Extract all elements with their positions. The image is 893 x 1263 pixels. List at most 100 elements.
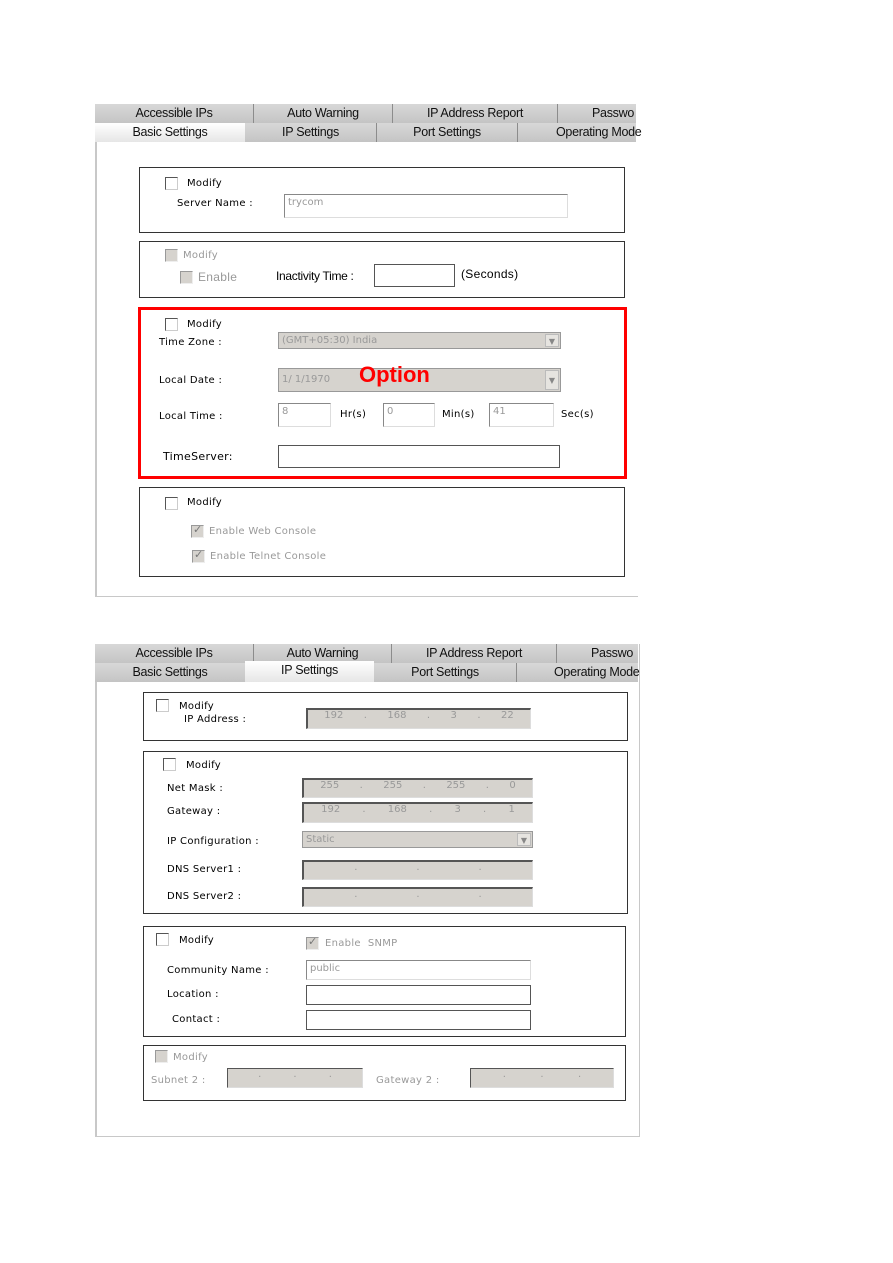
ip-address-field[interactable]: 192. 168. 3. 22 bbox=[306, 708, 531, 729]
seconds-unit: (Seconds) bbox=[461, 267, 519, 281]
ip-configuration-label: IP Configuration : bbox=[167, 836, 259, 847]
dns-server2-field[interactable]: ... bbox=[302, 887, 533, 907]
location-label: Location : bbox=[167, 989, 219, 1000]
octet: 192 bbox=[324, 710, 344, 721]
subnet2-field[interactable]: ... bbox=[227, 1068, 363, 1088]
tab-basic-settings[interactable]: Basic Settings bbox=[95, 123, 245, 142]
tab-ip-address-report[interactable]: IP Address Report bbox=[392, 644, 557, 663]
hour-input[interactable]: 8 bbox=[278, 403, 331, 427]
tab-port-settings[interactable]: Port Settings bbox=[374, 663, 517, 682]
modify-label: Modify bbox=[187, 497, 222, 508]
tab-auto-warning[interactable]: Auto Warning bbox=[254, 104, 393, 123]
octet: 1 bbox=[508, 804, 515, 815]
tab-password[interactable]: Passwo bbox=[558, 104, 648, 123]
community-name-input[interactable]: public bbox=[306, 960, 531, 980]
subnet2-label: Subnet 2 : bbox=[151, 1075, 206, 1086]
dns-server1-label: DNS Server1 : bbox=[167, 864, 242, 875]
modify-checkbox[interactable] bbox=[165, 497, 178, 510]
local-time-label: Local Time : bbox=[159, 411, 223, 422]
server-name-label: Server Name : bbox=[177, 198, 253, 209]
time-zone-select[interactable]: (GMT+05:30) India ▼ bbox=[278, 332, 561, 349]
octet: 168 bbox=[387, 804, 407, 815]
modify-label: Modify bbox=[186, 760, 221, 771]
enable-checkbox[interactable] bbox=[180, 271, 193, 284]
option-annotation: Option bbox=[359, 362, 430, 387]
modify-label: Modify bbox=[187, 319, 222, 330]
octet: 255 bbox=[320, 780, 340, 791]
tab-row-1: Accessible IPs Auto Warning IP Address R… bbox=[95, 104, 636, 123]
time-zone-label: Time Zone : bbox=[159, 337, 222, 348]
tab-operating-mode[interactable]: Operating Mode bbox=[517, 663, 647, 682]
location-input[interactable] bbox=[306, 985, 531, 1005]
enable-snmp-label: Enable SNMP bbox=[325, 938, 398, 949]
enable-label: Enable bbox=[198, 270, 238, 284]
time-zone-value: (GMT+05:30) India bbox=[282, 335, 378, 346]
octet: 3 bbox=[454, 804, 461, 815]
tab-port-settings[interactable]: Port Settings bbox=[377, 123, 518, 142]
modify-checkbox[interactable] bbox=[156, 933, 169, 946]
tab-row-2: Basic Settings IP Settings Port Settings… bbox=[95, 123, 642, 142]
second-input[interactable]: 41 bbox=[489, 403, 554, 427]
chevron-down-icon: ▼ bbox=[545, 370, 559, 390]
dns-server1-field[interactable]: ... bbox=[302, 860, 533, 880]
gateway-field[interactable]: 192. 168. 3. 1 bbox=[302, 802, 533, 823]
contact-input[interactable] bbox=[306, 1010, 531, 1030]
tab-basic-settings[interactable]: Basic Settings bbox=[95, 663, 245, 682]
modify-checkbox[interactable] bbox=[165, 249, 178, 262]
modify-checkbox[interactable] bbox=[163, 758, 176, 771]
dns-server2-label: DNS Server2 : bbox=[167, 891, 242, 902]
ip-address-label: IP Address : bbox=[184, 714, 247, 725]
modify-label: Modify bbox=[187, 178, 222, 189]
hour-unit: Hr(s) bbox=[340, 409, 367, 420]
modify-label: Modify bbox=[183, 250, 218, 261]
octet: 255 bbox=[446, 780, 466, 791]
gateway-label: Gateway : bbox=[167, 806, 221, 817]
octet: 0 bbox=[509, 780, 516, 791]
tab-password[interactable]: Passwo bbox=[557, 644, 647, 663]
enable-snmp-checkbox[interactable] bbox=[306, 935, 319, 950]
octet: 22 bbox=[500, 710, 514, 721]
ip-configuration-select[interactable]: Static ▼ bbox=[302, 831, 533, 848]
minute-unit: Min(s) bbox=[442, 409, 475, 420]
inactivity-time-label: Inactivity Time : bbox=[276, 269, 354, 283]
local-date-label: Local Date : bbox=[159, 375, 223, 386]
telnet-console-label: Enable Telnet Console bbox=[210, 551, 327, 562]
net-mask-field[interactable]: 255. 255. 255. 0 bbox=[302, 778, 533, 798]
tab-ip-settings[interactable]: IP Settings bbox=[245, 123, 377, 142]
local-date-value: 1/ 1/1970 bbox=[282, 374, 331, 385]
contact-label: Contact : bbox=[172, 1014, 221, 1025]
time-server-label: TimeServer: bbox=[163, 450, 233, 463]
modify-label: Modify bbox=[179, 701, 214, 712]
web-console-checkbox[interactable] bbox=[191, 523, 204, 538]
second-unit: Sec(s) bbox=[561, 409, 594, 420]
modify-checkbox[interactable] bbox=[165, 177, 178, 190]
telnet-console-checkbox[interactable] bbox=[192, 548, 205, 563]
octet: 3 bbox=[450, 710, 457, 721]
community-name-label: Community Name : bbox=[167, 965, 269, 976]
modify-checkbox[interactable] bbox=[155, 1050, 168, 1063]
modify-checkbox[interactable] bbox=[165, 318, 178, 331]
octet: 255 bbox=[383, 780, 403, 791]
gateway2-label: Gateway 2 : bbox=[376, 1075, 440, 1086]
gateway2-field[interactable]: ... bbox=[470, 1068, 614, 1088]
tab-ip-settings[interactable]: IP Settings bbox=[245, 661, 374, 682]
chevron-down-icon: ▼ bbox=[517, 833, 531, 846]
ip-configuration-value: Static bbox=[306, 834, 335, 845]
tab-row-2: Basic Settings IP Settings Port Settings… bbox=[95, 661, 640, 682]
time-server-input[interactable] bbox=[278, 445, 560, 468]
chevron-down-icon: ▼ bbox=[545, 334, 559, 347]
octet: 168 bbox=[387, 710, 407, 721]
server-name-input[interactable]: trycom bbox=[284, 194, 568, 218]
modify-label: Modify bbox=[179, 935, 214, 946]
tab-operating-mode[interactable]: Operating Mode bbox=[518, 123, 648, 142]
modify-checkbox[interactable] bbox=[156, 699, 169, 712]
tab-accessible-ips[interactable]: Accessible IPs bbox=[95, 104, 254, 123]
minute-input[interactable]: 0 bbox=[383, 403, 435, 427]
tab-ip-address-report[interactable]: IP Address Report bbox=[393, 104, 558, 123]
octet: 192 bbox=[321, 804, 341, 815]
web-console-label: Enable Web Console bbox=[209, 526, 317, 537]
modify-label: Modify bbox=[173, 1052, 208, 1063]
tab-accessible-ips[interactable]: Accessible IPs bbox=[95, 644, 254, 663]
inactivity-time-input[interactable] bbox=[374, 264, 455, 287]
net-mask-label: Net Mask : bbox=[167, 783, 224, 794]
